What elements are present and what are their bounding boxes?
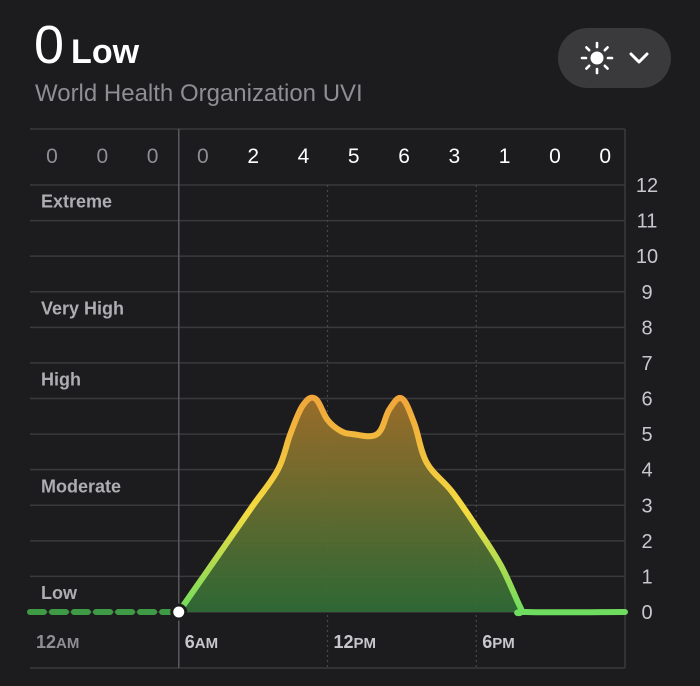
hourly-max-label: 4 xyxy=(298,145,310,168)
hourly-max-label: 0 xyxy=(599,145,611,168)
hourly-max-label: 6 xyxy=(398,145,410,168)
x-tick-hour: 12 xyxy=(334,632,354,652)
category-label-high: High xyxy=(41,370,81,390)
category-label-moderate: Moderate xyxy=(41,476,121,496)
x-tick-suffix: PM xyxy=(354,635,377,652)
x-tick-suffix: PM xyxy=(492,635,515,652)
x-tick-suffix: AM xyxy=(56,635,79,652)
current-point-marker xyxy=(170,603,188,621)
hourly-max-label: 0 xyxy=(46,145,58,168)
x-tick-label: 12AM xyxy=(36,632,79,652)
hourly-max-label: 5 xyxy=(348,145,360,168)
x-tick-suffix: AM xyxy=(195,635,218,652)
hourly-max-label: 2 xyxy=(247,145,259,168)
y-tick-label: 5 xyxy=(641,424,652,446)
hourly-max-label: 0 xyxy=(96,145,108,168)
y-tick-label: 0 xyxy=(641,602,652,624)
x-tick-hour: 12 xyxy=(36,632,56,652)
y-tick-label: 4 xyxy=(641,460,652,482)
y-tick-label: 8 xyxy=(641,317,652,339)
y-tick-label: 9 xyxy=(641,282,652,304)
x-tick-label: 6AM xyxy=(185,632,218,652)
hourly-max-label: 1 xyxy=(499,145,511,168)
x-tick-hour: 6 xyxy=(482,632,492,652)
y-tick-label: 1 xyxy=(641,566,652,588)
y-tick-label: 2 xyxy=(641,531,652,553)
hourly-max-label: 0 xyxy=(549,145,561,168)
category-label-extreme: Extreme xyxy=(41,192,112,212)
y-tick-label: 7 xyxy=(641,353,652,375)
y-tick-label: 10 xyxy=(636,246,658,268)
x-tick-hour: 6 xyxy=(185,632,195,652)
hourly-max-label: 0 xyxy=(147,145,159,168)
y-tick-label: 6 xyxy=(641,389,652,411)
x-tick-label: 6PM xyxy=(482,632,515,652)
y-tick-label: 11 xyxy=(637,211,658,233)
category-label-low: Low xyxy=(41,583,78,603)
y-tick-label: 12 xyxy=(636,175,658,197)
hourly-max-label: 3 xyxy=(448,145,460,168)
hourly-max-label: 0 xyxy=(197,145,209,168)
y-tick-label: 3 xyxy=(641,495,652,517)
category-label-very-high: Very High xyxy=(41,298,124,318)
uv-index-chart: 0123456789101112ExtremeVery HighHighMode… xyxy=(27,128,658,669)
x-tick-label: 12PM xyxy=(334,632,377,652)
